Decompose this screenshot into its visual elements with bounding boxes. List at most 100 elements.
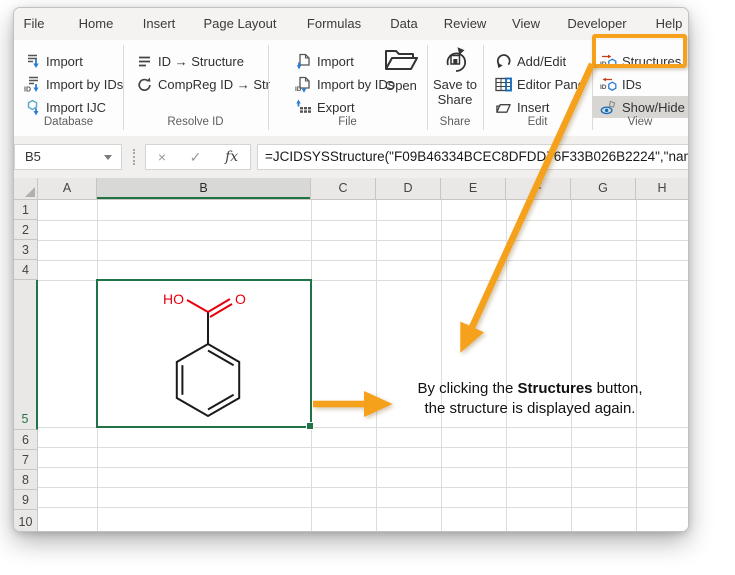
tab-data[interactable]: Data [386, 8, 421, 40]
file-import-button[interactable]: Import [295, 50, 354, 72]
id-to-structure-button[interactable]: ID → Structure [136, 50, 244, 72]
editor-pane-icon [495, 76, 512, 93]
db-import-icon [24, 53, 41, 70]
db-import-ijc-label: Import IJC [46, 100, 106, 115]
add-edit-button[interactable]: Add/Edit [495, 50, 566, 72]
show-hide-button[interactable]: Show/Hide [592, 96, 688, 118]
ribbon-tab-bar: File Home Insert Page Layout Formulas Da… [14, 8, 688, 40]
row-header-3[interactable]: 3 [14, 240, 38, 260]
tab-review[interactable]: Review [440, 8, 491, 40]
insert-button[interactable]: Insert [495, 96, 550, 118]
db-import-label: Import [46, 54, 83, 69]
annotation-note: By clicking the Structures button, the s… [404, 379, 656, 419]
column-header-a[interactable]: A [38, 178, 97, 200]
column-header-h[interactable]: H [636, 178, 688, 200]
db-import-button[interactable]: Import [24, 50, 83, 72]
row-header-7[interactable]: 7 [14, 450, 38, 470]
open-label: Open [385, 78, 417, 93]
column-header-b[interactable]: B [97, 178, 311, 200]
compreg-id-to-str-button[interactable]: CompReg ID → Str [136, 73, 270, 95]
file-export-button[interactable]: Export [295, 96, 355, 118]
ribbon-group-share-label: Share [427, 116, 483, 128]
note-line1-post: button, [593, 380, 643, 397]
formula-input[interactable]: =JCIDSYSStructure("F09B46334BCEC8DFDD76F… [257, 144, 688, 170]
svg-text:ID: ID [24, 86, 31, 93]
open-folder-icon [383, 46, 419, 74]
tab-home[interactable]: Home [75, 8, 118, 40]
svg-text:ID: ID [295, 86, 302, 93]
note-line1-pre: By clicking the [417, 380, 517, 397]
column-header-f[interactable]: F [506, 178, 571, 200]
file-export-label: Export [317, 100, 355, 115]
ids-button[interactable]: ID IDs [600, 73, 642, 95]
db-import-by-ids-button[interactable]: ID Import by IDs [24, 73, 123, 95]
add-edit-icon [495, 53, 512, 70]
tab-view[interactable]: View [508, 8, 544, 40]
note-line2: the structure is displayed again. [425, 400, 636, 417]
row-header-1[interactable]: 1 [14, 200, 38, 220]
ribbon-group-share: Save to Share Share [427, 40, 483, 136]
db-import-ijc-button[interactable]: Import IJC [24, 96, 106, 118]
row-header-10[interactable]: 10 [14, 510, 38, 531]
tab-page-layout[interactable]: Page Layout [199, 8, 280, 40]
excel-window: File Home Insert Page Layout Formulas Da… [14, 8, 688, 531]
row-header-9[interactable]: 9 [14, 490, 38, 510]
cancel-icon[interactable]: × [158, 149, 166, 165]
id-to-structure-label: ID → Structure [158, 54, 244, 69]
ids-icon: ID [600, 76, 617, 93]
row-header-6[interactable]: 6 [14, 430, 38, 450]
file-import-icon [295, 53, 312, 70]
db-import-ijc-icon [24, 99, 41, 116]
column-header-g[interactable]: G [571, 178, 636, 200]
cells[interactable]: HO O [38, 200, 688, 531]
row-header-5[interactable]: 5 [14, 280, 38, 430]
benzoic-acid-structure: HO O [98, 281, 310, 426]
file-import-label: Import [317, 54, 354, 69]
column-headers: A B C D E F G H [38, 178, 688, 200]
ribbon-group-database-label: Database [14, 116, 123, 128]
tab-file[interactable]: File [20, 8, 49, 40]
selected-cell-b5[interactable]: HO O [96, 279, 312, 428]
save-to-share-button[interactable]: Save to Share [429, 46, 481, 107]
formula-bar-grip[interactable] [133, 149, 135, 165]
formula-buttons: × ✓ fx [145, 144, 251, 170]
column-header-c[interactable]: C [311, 178, 376, 200]
id-to-structure-icon [136, 53, 153, 70]
select-all-triangle-icon [25, 187, 35, 197]
tab-formulas[interactable]: Formulas [303, 8, 365, 40]
ribbon-group-resolve-id: ID → Structure CompReg ID → Str Resolve … [123, 40, 268, 136]
show-hide-label: Show/Hide [622, 100, 685, 115]
open-button[interactable]: Open [378, 46, 424, 93]
save-to-share-icon [442, 46, 469, 73]
formula-bar: B5 × ✓ fx =JCIDSYSStructure("F09B46334BC… [14, 136, 688, 179]
enter-icon[interactable]: ✓ [190, 149, 202, 166]
add-edit-label: Add/Edit [517, 54, 566, 69]
structures-button-highlight [592, 34, 687, 68]
file-export-icon [295, 99, 312, 116]
row-header-2[interactable]: 2 [14, 220, 38, 240]
ribbon-group-edit: Add/Edit Editor Pane Insert Edit [483, 40, 592, 136]
editor-pane-button[interactable]: Editor Pane [495, 73, 585, 95]
svg-text:ID: ID [600, 84, 607, 91]
name-box-dropdown-icon[interactable] [104, 155, 112, 160]
compreg-id-to-str-label: CompReg ID → Str [158, 77, 270, 92]
note-line1-bold: Structures [517, 380, 592, 397]
row-header-4[interactable]: 4 [14, 260, 38, 280]
ribbon-group-file-label: File [268, 116, 427, 128]
tab-insert[interactable]: Insert [139, 8, 180, 40]
fill-handle[interactable] [306, 422, 314, 430]
editor-pane-label: Editor Pane [517, 77, 585, 92]
name-box[interactable]: B5 [14, 144, 122, 170]
ribbon: Import ID Import by IDs Import IJC [14, 40, 688, 137]
ho-label: HO [163, 291, 184, 307]
ribbon-group-view-label: View [592, 116, 688, 128]
ribbon-group-database: Import ID Import by IDs Import IJC [14, 40, 123, 136]
column-header-d[interactable]: D [376, 178, 441, 200]
worksheet-grid: A B C D E F G H 1 2 3 4 5 6 7 8 9 10 [14, 178, 688, 531]
db-import-by-ids-label: Import by IDs [46, 77, 123, 92]
select-all-corner[interactable] [14, 178, 38, 200]
insert-function-icon[interactable]: fx [225, 149, 238, 165]
o-label: O [235, 291, 246, 307]
column-header-e[interactable]: E [441, 178, 506, 200]
row-header-8[interactable]: 8 [14, 470, 38, 490]
